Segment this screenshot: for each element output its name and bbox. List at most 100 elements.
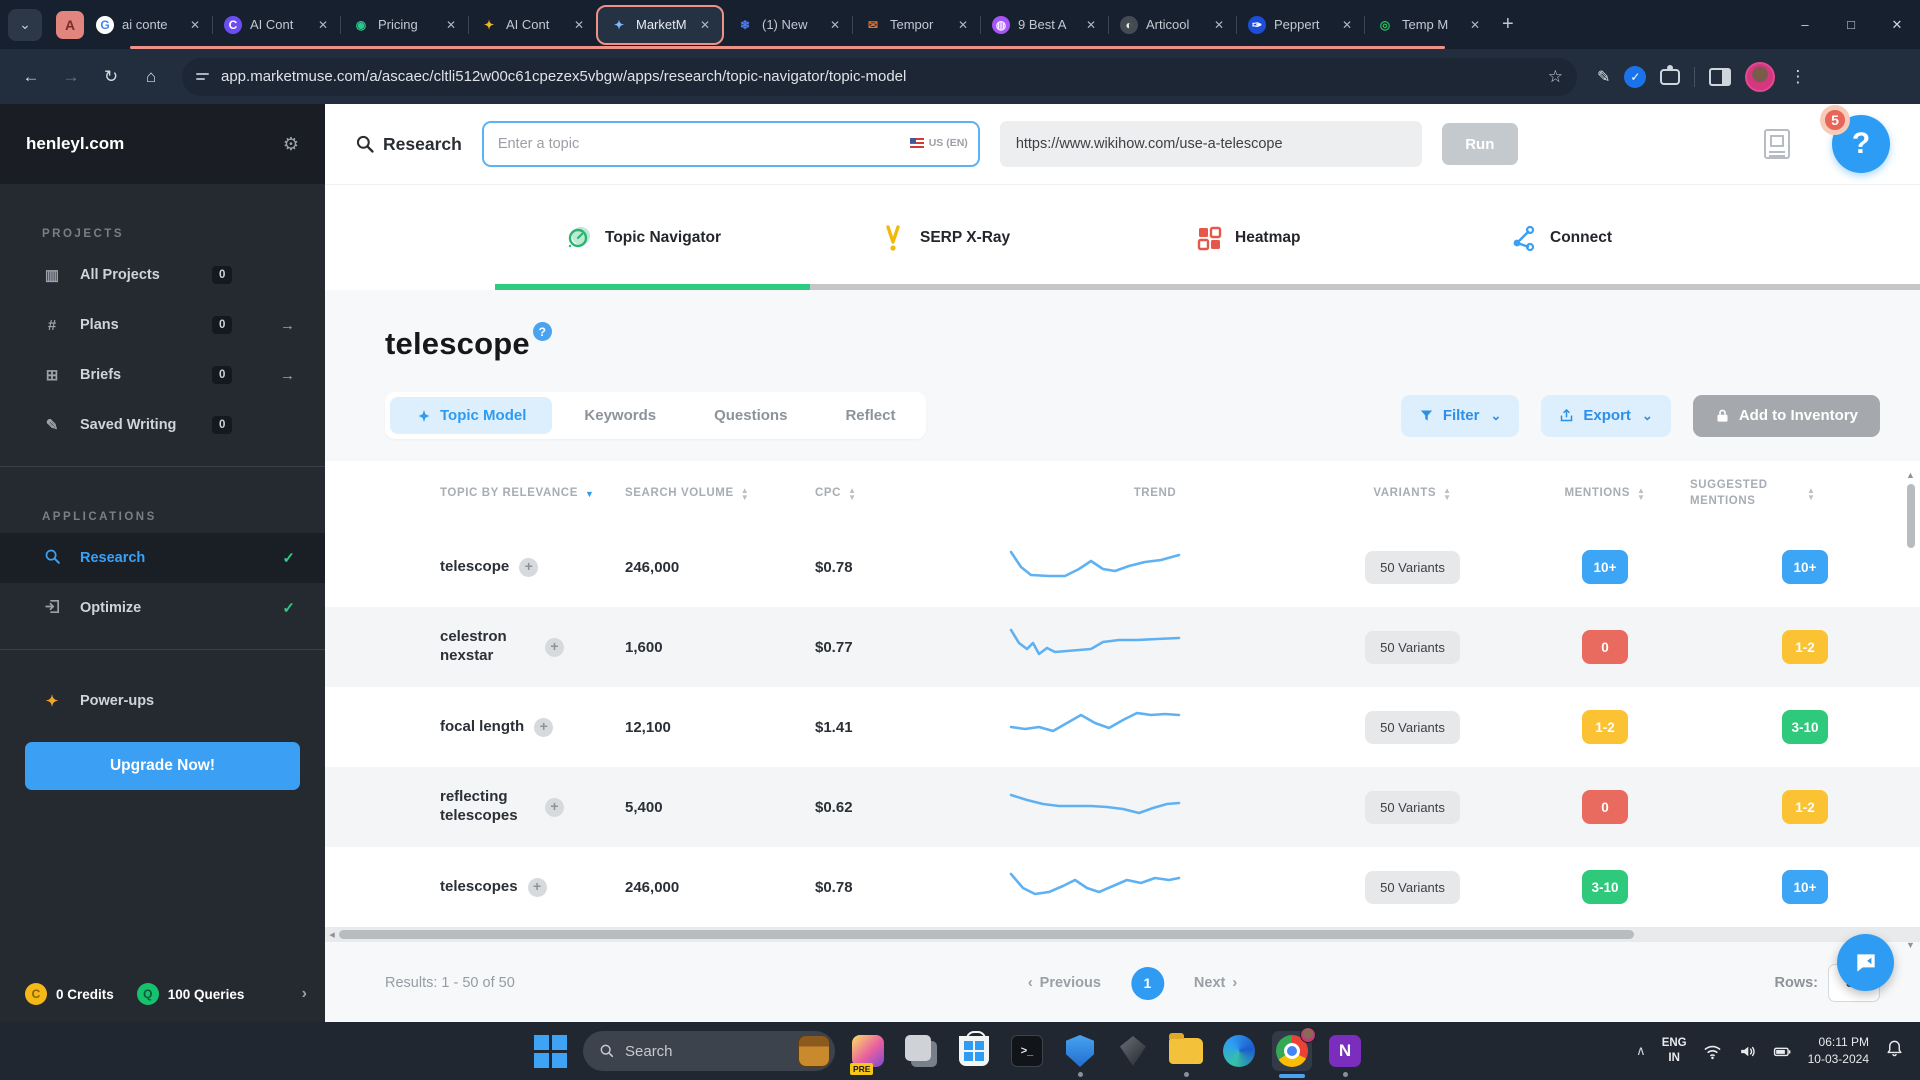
sidebar-item-plans[interactable]: # Plans 0 → (0, 300, 325, 350)
subtab-keywords[interactable]: Keywords (558, 397, 682, 434)
close-icon[interactable]: ✕ (1210, 16, 1228, 34)
sort-icon[interactable]: ▲ ▼ (848, 486, 857, 501)
browser-tab[interactable]: ◐ Articool ✕ (1108, 7, 1236, 43)
browser-tab[interactable]: ◉ Pricing ✕ (340, 7, 468, 43)
help-button[interactable]: ? 5 (1820, 105, 1890, 173)
topic-input[interactable] (481, 121, 980, 167)
browser-tab[interactable]: ◎ Temp M ✕ (1364, 7, 1492, 43)
sort-icon[interactable]: ▼ (585, 489, 595, 498)
tray-expand-icon[interactable]: ∧ (1636, 1043, 1646, 1059)
run-button[interactable]: Run (1441, 123, 1518, 165)
tab-serp-xray[interactable]: SERP X-Ray (879, 223, 1051, 253)
scrollbar-thumb[interactable] (1906, 484, 1915, 548)
browser-tab[interactable]: ✑ Peppert ✕ (1236, 7, 1364, 43)
tab-topic-navigator[interactable]: Topic Navigator (564, 223, 736, 253)
back-button[interactable]: ← (14, 60, 48, 94)
close-icon[interactable]: ✕ (1082, 16, 1100, 34)
close-icon[interactable]: ✕ (696, 16, 714, 34)
add-topic-icon[interactable]: + (527, 877, 547, 897)
sort-icon[interactable]: ▲ ▼ (1637, 486, 1646, 501)
vertical-scrollbar[interactable]: ▲ ▼ (1903, 470, 1918, 950)
close-icon[interactable]: ✕ (1338, 16, 1356, 34)
tab-search-button[interactable]: ⌄ (8, 8, 42, 41)
sort-icon[interactable]: ▲ ▼ (1807, 486, 1816, 501)
volume-icon[interactable] (1738, 1042, 1757, 1061)
filter-button[interactable]: Filter ⌄ (1400, 394, 1520, 437)
col-volume-header[interactable]: SEARCH VOLUME (625, 486, 734, 502)
table-row[interactable]: telescopes + 246,000 $0.78 50 Variants 3… (325, 847, 1920, 927)
notifications-button[interactable] (1885, 1039, 1904, 1063)
profile-avatar[interactable] (1745, 61, 1776, 92)
clock[interactable]: 06:11 PM 10-03-2024 (1808, 1034, 1869, 1069)
scroll-left-icon[interactable]: ◂ (325, 928, 339, 941)
extensions-icon[interactable] (1660, 64, 1681, 85)
browser-tab[interactable]: ◍ 9 Best A ✕ (980, 7, 1108, 43)
next-button[interactable]: Next › (1194, 975, 1237, 991)
scroll-down-icon[interactable]: ▼ (1906, 940, 1915, 950)
col-cpc-header[interactable]: CPC (815, 486, 841, 502)
table-row[interactable]: telescope + 246,000 $0.78 50 Variants 10… (325, 527, 1920, 607)
sort-icon[interactable]: ▲ ▼ (1443, 486, 1452, 501)
arrow-right-icon[interactable]: → (280, 317, 295, 334)
taskbar-app-snip[interactable] (901, 1031, 941, 1071)
home-button[interactable]: ⌂ (134, 60, 168, 94)
browser-tab[interactable]: ❄ (1) New ✕ (724, 7, 852, 43)
page-number[interactable]: 1 (1130, 966, 1164, 1000)
bookmark-star-icon[interactable]: ☆ (1548, 67, 1563, 87)
sidebar-item-briefs[interactable]: ⊞ Briefs 0 → (0, 350, 325, 400)
forward-button[interactable]: → (54, 60, 88, 94)
chevron-right-icon[interactable]: › (302, 985, 307, 1003)
topic-name[interactable]: reflecting telescopes (440, 788, 535, 826)
previous-button[interactable]: ‹ Previous (1028, 975, 1101, 991)
taskbar-app-chrome[interactable] (1272, 1027, 1316, 1078)
url-text[interactable]: app.marketmuse.com/a/ascaec/cltli512w00c… (221, 68, 1536, 85)
add-topic-icon[interactable]: + (545, 637, 564, 657)
taskbar-app-files[interactable] (1166, 1031, 1206, 1077)
chat-button[interactable] (1837, 934, 1894, 991)
browser-tab[interactable]: G ai conte ✕ (84, 7, 212, 43)
sidebar-item-research[interactable]: Research ✓ (0, 533, 325, 583)
close-icon[interactable]: ✕ (954, 16, 972, 34)
side-panel-icon[interactable] (1709, 67, 1732, 86)
target-url-input[interactable] (999, 121, 1422, 167)
sidebar-item-all-projects[interactable]: ▥ All Projects 0 (0, 250, 325, 300)
scrollbar-thumb[interactable] (339, 930, 1634, 939)
site-info-icon[interactable] (196, 73, 209, 80)
gear-icon[interactable]: ⚙ (283, 134, 299, 155)
language-indicator[interactable]: ENG IN (1662, 1036, 1687, 1066)
subtab-topic-model[interactable]: Topic Model (390, 397, 553, 434)
browser-menu-icon[interactable]: ⋮ (1789, 67, 1807, 87)
upgrade-button[interactable]: Upgrade Now! (25, 742, 300, 790)
pencil-icon[interactable]: ✎ (1597, 67, 1610, 87)
table-row[interactable]: celestron nexstar + 1,600 $0.77 50 Varia… (325, 607, 1920, 687)
tab-heatmap[interactable]: Heatmap (1194, 223, 1366, 253)
topic-name[interactable]: celestron nexstar (440, 628, 535, 666)
sort-icon[interactable]: ▲ ▼ (741, 486, 750, 501)
wifi-icon[interactable] (1703, 1042, 1722, 1061)
taskbar-app-store[interactable] (954, 1031, 994, 1071)
variants-button[interactable]: 50 Variants (1365, 710, 1460, 744)
sidebar-item-optimize[interactable]: Optimize ✓ (0, 583, 325, 633)
close-icon[interactable]: ✕ (1466, 16, 1484, 34)
pinned-tab[interactable]: A (56, 10, 84, 39)
taskbar-app-onenote[interactable]: N (1325, 1031, 1365, 1077)
start-button[interactable] (530, 1031, 570, 1071)
subtab-reflect[interactable]: Reflect (819, 397, 921, 434)
tab-connect[interactable]: Connect (1509, 223, 1681, 253)
printer-icon[interactable] (1764, 129, 1790, 159)
close-icon[interactable]: ✕ (314, 16, 332, 34)
close-icon[interactable]: ✕ (442, 16, 460, 34)
title-help-icon[interactable]: ? (532, 322, 552, 341)
arrow-right-icon[interactable]: → (280, 367, 295, 384)
topic-name[interactable]: telescope (440, 558, 509, 577)
taskbar-app-premiere[interactable]: PRE (848, 1031, 888, 1075)
subtab-questions[interactable]: Questions (688, 397, 813, 434)
variants-button[interactable]: 50 Variants (1365, 550, 1460, 584)
minimize-button[interactable]: – (1782, 0, 1828, 49)
close-icon[interactable]: ✕ (570, 16, 588, 34)
browser-tab[interactable]: C AI Cont ✕ (212, 7, 340, 43)
topic-name[interactable]: telescopes (440, 878, 518, 897)
col-variants-header[interactable]: VARIANTS (1373, 486, 1436, 502)
verified-badge-icon[interactable]: ✓ (1624, 65, 1647, 88)
close-icon[interactable]: ✕ (826, 16, 844, 34)
